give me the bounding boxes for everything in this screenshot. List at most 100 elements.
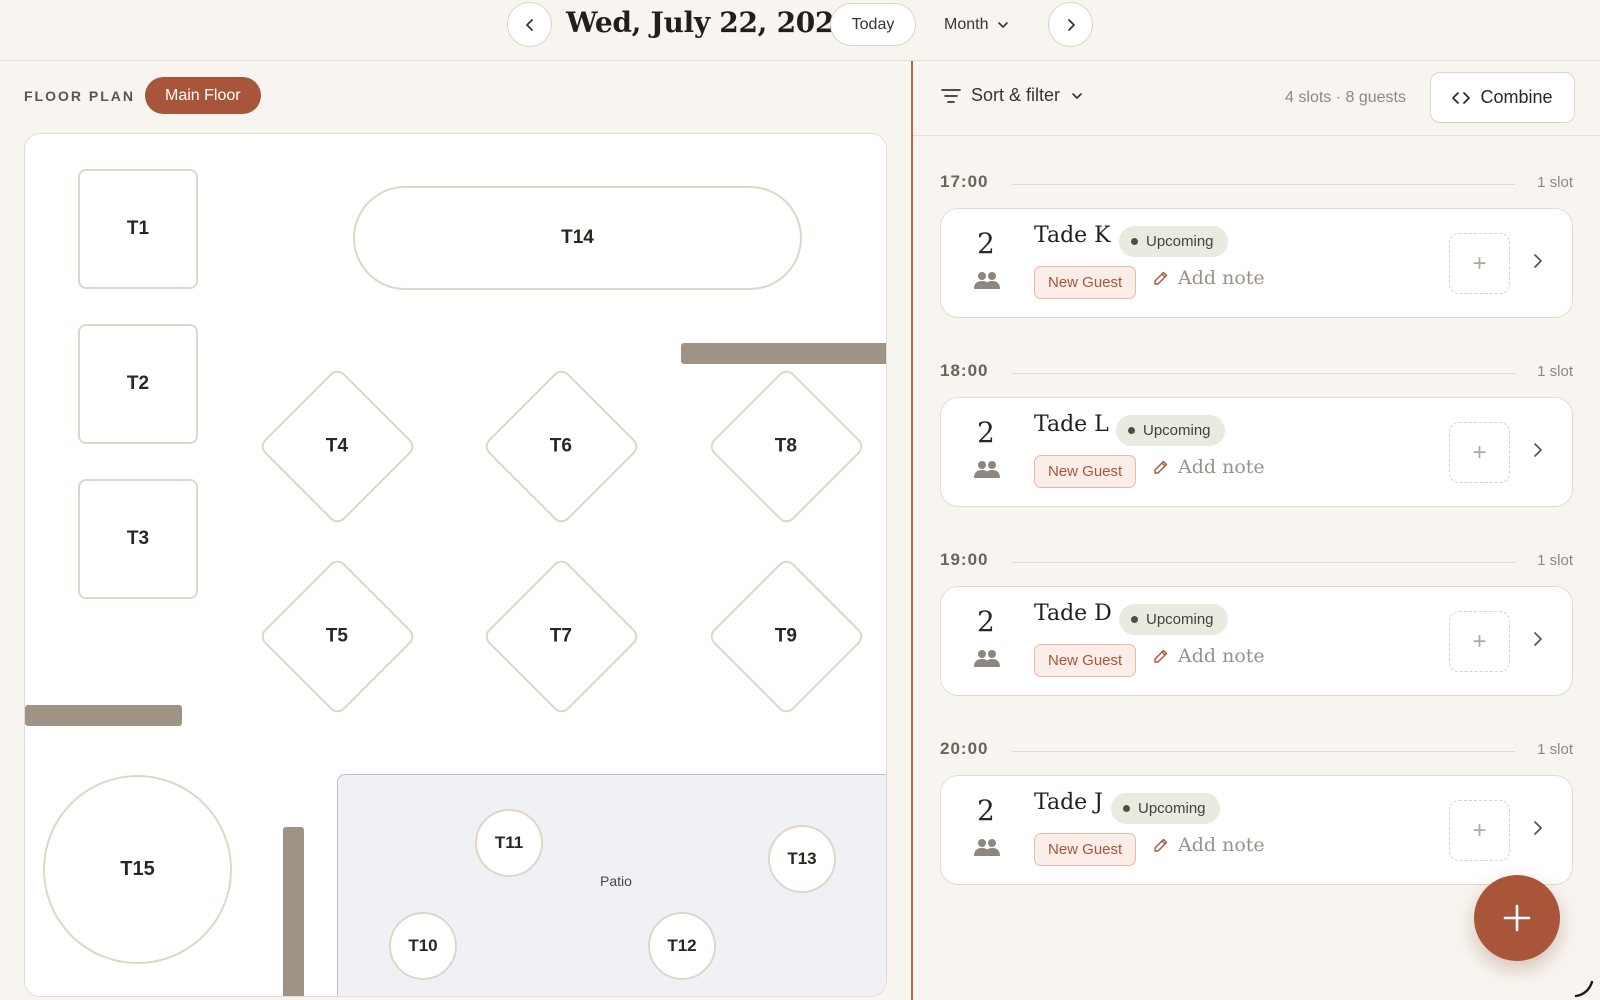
plus-icon: +: [1472, 438, 1487, 466]
floor-plan-label: FLOOR PLAN: [24, 88, 135, 104]
code-brackets-icon: [1452, 91, 1471, 104]
prev-date-button[interactable]: [507, 2, 552, 47]
table-t15[interactable]: T15: [43, 775, 232, 964]
slot-time: 18:00: [940, 361, 989, 380]
table-t10[interactable]: T10: [389, 912, 457, 980]
reservations-panel: Sort & filter 4 slots · 8 guests Combine…: [913, 61, 1600, 1000]
slot-header: 18:00 1 slot: [940, 361, 1573, 385]
add-note-button[interactable]: Add note: [1153, 456, 1265, 478]
slot-time: 17:00: [940, 172, 989, 191]
status-label: Upcoming: [1146, 611, 1214, 628]
filter-icon: [941, 88, 961, 103]
status-label: Upcoming: [1143, 422, 1211, 439]
table-t7[interactable]: T7: [481, 556, 642, 717]
guest-name: Tade L: [1034, 412, 1109, 437]
assign-table-button[interactable]: +: [1449, 800, 1510, 861]
table-label: T14: [561, 227, 594, 248]
slot-divider: [1012, 562, 1515, 563]
table-t2[interactable]: T2: [78, 324, 198, 444]
assign-table-button[interactable]: +: [1449, 233, 1510, 294]
time-slot-group: 17:00 1 slot 2 Tade K Upcoming New Guest…: [940, 172, 1573, 318]
table-label: T6: [550, 435, 573, 457]
table-t6[interactable]: T6: [481, 366, 642, 527]
edit-icon: [1154, 460, 1168, 474]
status-badge: Upcoming: [1119, 226, 1228, 257]
table-label: T8: [775, 435, 798, 457]
edit-icon: [1154, 838, 1168, 852]
chevron-right-icon: [1067, 18, 1075, 31]
reservation-card[interactable]: 2 Tade L Upcoming New Guest Add note +: [940, 397, 1573, 507]
status-dot: [1131, 238, 1138, 245]
slot-divider: [1012, 373, 1515, 374]
new-guest-badge: New Guest: [1034, 266, 1137, 299]
combine-button[interactable]: Combine: [1430, 72, 1575, 123]
status-badge: Upcoming: [1116, 415, 1225, 446]
status-dot: [1123, 805, 1130, 812]
slot-count: 1 slot: [1537, 174, 1573, 191]
slot-count: 1 slot: [1537, 552, 1573, 569]
people-icon: [974, 272, 1000, 289]
status-label: Upcoming: [1146, 233, 1214, 250]
list-toolbar: Sort & filter 4 slots · 8 guests Combine: [913, 61, 1600, 136]
wall-segment: [283, 827, 304, 996]
chevron-down-icon: [1072, 92, 1082, 99]
floor-plan-panel: FLOOR PLAN Main Floor T1 T2 T3 T14 T4 T6…: [0, 61, 911, 1000]
table-label: T5: [326, 625, 349, 647]
add-reservation-button[interactable]: [1474, 875, 1560, 961]
guest-name: Tade J: [1034, 790, 1103, 815]
chevron-right-icon[interactable]: [1531, 252, 1545, 270]
guest-name: Tade K: [1034, 223, 1111, 248]
chevron-right-icon[interactable]: [1531, 441, 1545, 459]
table-label: T12: [667, 936, 697, 955]
sort-filter-button[interactable]: Sort & filter: [941, 85, 1084, 106]
view-select-label: Month: [944, 15, 989, 33]
view-select[interactable]: Month: [932, 3, 1022, 46]
slot-time: 20:00: [940, 739, 989, 758]
table-t14[interactable]: T14: [353, 186, 802, 290]
assign-table-button[interactable]: +: [1449, 611, 1510, 672]
chevron-left-icon: [525, 18, 533, 31]
assign-table-button[interactable]: +: [1449, 422, 1510, 483]
add-note-label: Add note: [1178, 645, 1265, 667]
slot-header: 19:00 1 slot: [940, 550, 1573, 574]
table-label: T9: [775, 625, 798, 647]
table-t9[interactable]: T9: [706, 556, 867, 717]
reservation-card[interactable]: 2 Tade J Upcoming New Guest Add note +: [940, 775, 1573, 885]
next-date-button[interactable]: [1048, 2, 1093, 47]
party-size: 2: [977, 605, 995, 638]
slot-divider: [1012, 184, 1515, 185]
table-t12[interactable]: T12: [648, 912, 716, 980]
status-badge: Upcoming: [1111, 793, 1220, 824]
chevron-right-icon[interactable]: [1531, 819, 1545, 837]
table-t13[interactable]: T13: [768, 825, 836, 893]
table-label: T15: [120, 858, 155, 880]
table-t11[interactable]: T11: [475, 809, 543, 877]
plus-icon: +: [1472, 816, 1487, 844]
patio-zone: Patio T11 T13 T10 T12: [337, 774, 886, 996]
add-note-button[interactable]: Add note: [1153, 834, 1265, 856]
slot-header: 20:00 1 slot: [940, 739, 1573, 763]
slot-count: 1 slot: [1537, 363, 1573, 380]
table-t5[interactable]: T5: [257, 556, 418, 717]
add-note-button[interactable]: Add note: [1153, 645, 1265, 667]
status-badge: Upcoming: [1119, 604, 1228, 635]
new-guest-badge: New Guest: [1034, 644, 1137, 677]
reservation-card[interactable]: 2 Tade D Upcoming New Guest Add note +: [940, 586, 1573, 696]
edit-icon: [1154, 271, 1168, 285]
add-note-button[interactable]: Add note: [1153, 267, 1265, 289]
table-t3[interactable]: T3: [78, 479, 198, 599]
floor-selector-main-floor[interactable]: Main Floor: [145, 77, 261, 114]
today-button[interactable]: Today: [830, 3, 916, 46]
table-label: T7: [550, 625, 573, 647]
new-guest-badge: New Guest: [1034, 833, 1137, 866]
chevron-right-icon[interactable]: [1531, 630, 1545, 648]
party-size: 2: [977, 794, 995, 827]
table-label: T11: [494, 833, 524, 852]
reservation-card[interactable]: 2 Tade K Upcoming New Guest Add note +: [940, 208, 1573, 318]
time-slot-group: 20:00 1 slot 2 Tade J Upcoming New Guest…: [940, 739, 1573, 885]
table-label: T10: [408, 936, 438, 955]
table-t8[interactable]: T8: [706, 366, 867, 527]
table-t4[interactable]: T4: [257, 366, 418, 527]
table-t1[interactable]: T1: [78, 169, 198, 289]
plus-icon: +: [1472, 249, 1487, 277]
